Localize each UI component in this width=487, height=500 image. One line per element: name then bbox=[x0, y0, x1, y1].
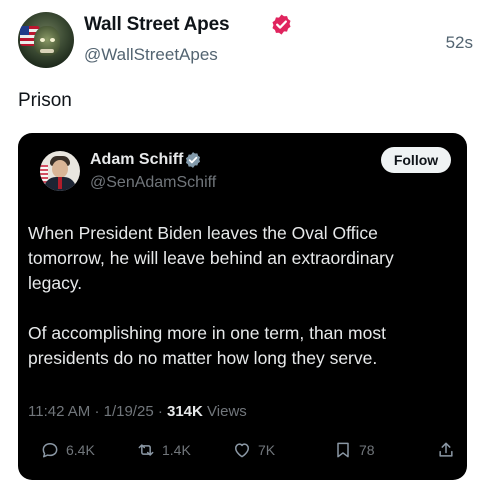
repost-count: 1.4K bbox=[162, 442, 191, 458]
quoted-author-handle[interactable]: @SenAdamSchiff bbox=[90, 174, 216, 192]
repost-icon bbox=[138, 444, 154, 456]
post-text: Prison bbox=[18, 90, 72, 111]
eye-graphic bbox=[50, 38, 55, 42]
reply-count: 6.4K bbox=[66, 442, 95, 458]
meta-separator: · bbox=[157, 403, 167, 420]
verified-badge-icon bbox=[272, 14, 291, 35]
quoted-post-text: When President Biden leaves the Oval Off… bbox=[28, 221, 448, 371]
quoted-post-card[interactable]: Adam Schiff @SenAdamSchiff Follow When P… bbox=[18, 133, 467, 480]
views-label: Views bbox=[207, 403, 247, 420]
quoted-time[interactable]: 11:42 AM bbox=[28, 403, 90, 420]
follow-button[interactable]: Follow bbox=[381, 147, 451, 173]
repost-button[interactable]: 1.4K bbox=[136, 439, 191, 461]
quoted-avatar[interactable] bbox=[40, 151, 80, 191]
bookmark-icon bbox=[337, 442, 349, 458]
eye-graphic bbox=[40, 38, 45, 42]
share-icon bbox=[439, 442, 453, 457]
author-name[interactable]: Wall Street Apes bbox=[84, 14, 230, 36]
like-count: 7K bbox=[258, 442, 276, 458]
reply-icon bbox=[42, 443, 58, 458]
author-handle[interactable]: @WallStreetApes bbox=[84, 45, 218, 65]
post-timestamp[interactable]: 52s bbox=[446, 33, 473, 53]
quoted-paragraph: When President Biden leaves the Oval Off… bbox=[28, 223, 394, 293]
like-button[interactable]: 7K bbox=[232, 439, 275, 461]
quoted-paragraph: Of accomplishing more in one term, than … bbox=[28, 323, 386, 368]
heart-icon bbox=[235, 443, 249, 458]
views-count: 314K bbox=[167, 403, 203, 420]
meta-separator: · bbox=[94, 403, 104, 420]
tie-graphic bbox=[58, 177, 62, 189]
verified-badge-icon bbox=[185, 152, 201, 168]
bookmark-button[interactable]: 78 bbox=[333, 439, 375, 461]
quoted-author-name[interactable]: Adam Schiff bbox=[90, 151, 183, 169]
quoted-post-meta: 11:42 AM · 1/19/25 · 314K Views bbox=[28, 403, 247, 420]
quoted-date[interactable]: 1/19/25 bbox=[104, 403, 154, 420]
head-graphic bbox=[52, 160, 68, 178]
avatar[interactable] bbox=[18, 12, 74, 68]
reply-button[interactable]: 6.4K bbox=[40, 439, 95, 461]
post-header: Wall Street Apes @WallStreetApes 52s bbox=[18, 12, 473, 72]
share-button[interactable] bbox=[436, 439, 456, 461]
bookmark-count: 78 bbox=[359, 442, 375, 458]
mouth-graphic bbox=[40, 49, 54, 53]
